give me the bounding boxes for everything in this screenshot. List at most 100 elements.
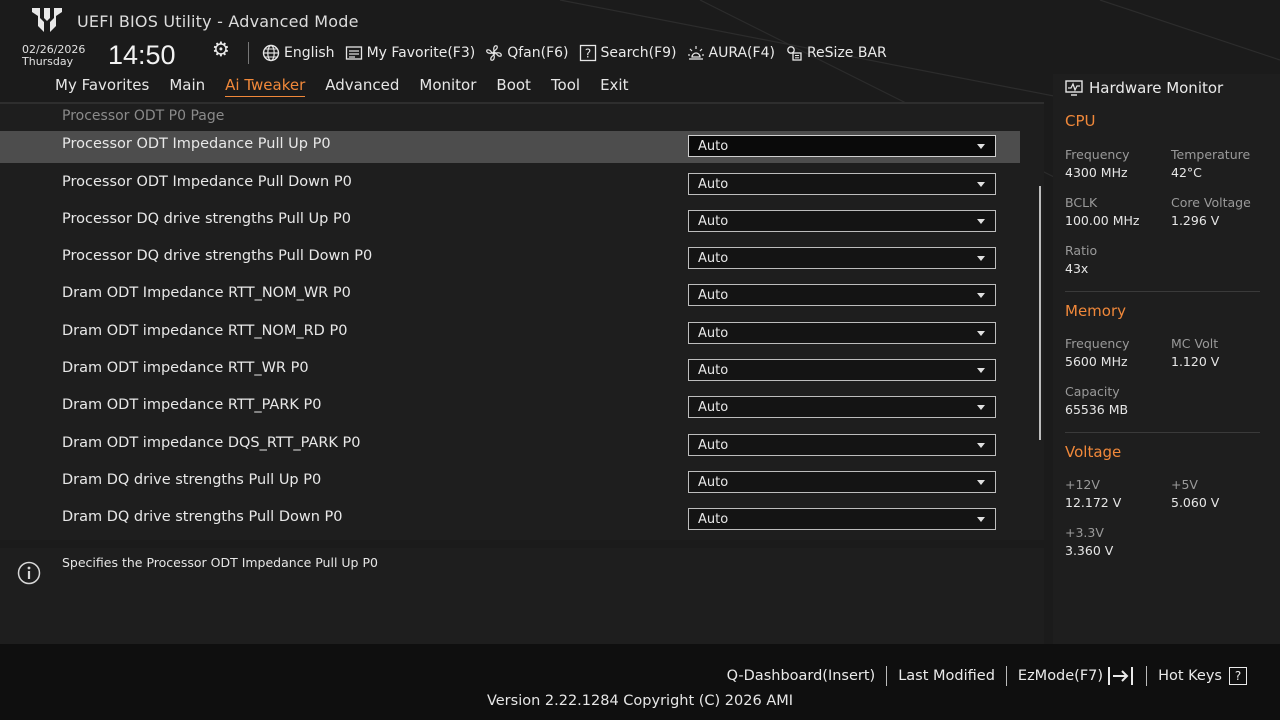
q-dashboard-button[interactable]: Q-Dashboard(Insert) xyxy=(716,668,887,684)
setting-dropdown[interactable]: Auto xyxy=(688,434,996,456)
memory-frequency-label: Frequency xyxy=(1065,336,1130,351)
setting-dropdown[interactable]: Auto xyxy=(688,210,996,232)
settings-scrollbar[interactable] xyxy=(1039,186,1041,440)
cpu-temperature-value: 42°C xyxy=(1171,165,1202,180)
setting-row[interactable]: Dram ODT impedance DQS_RTT_PARK P0 Auto xyxy=(0,430,1020,462)
setting-label: Dram ODT impedance RTT_WR P0 xyxy=(62,360,309,376)
tab-monitor[interactable]: Monitor xyxy=(419,76,476,97)
hardware-monitor-label: Hardware Monitor xyxy=(1089,79,1224,97)
settings-panel: Processor ODT P0 Page Processor ODT Impe… xyxy=(0,104,1044,540)
version-text: Version 2.22.1284 Copyright (C) 2026 AMI xyxy=(486,693,794,709)
day-text: Thursday xyxy=(22,55,74,68)
v5-label: +5V xyxy=(1171,477,1198,492)
tab-ai-tweaker[interactable]: Ai Tweaker xyxy=(225,76,306,97)
setting-label: Processor DQ drive strengths Pull Up P0 xyxy=(62,211,351,227)
setting-row[interactable]: Dram ODT Impedance RTT_NOM_WR P0 Auto xyxy=(0,280,1020,312)
qfan-label: Qfan(F6) xyxy=(507,45,569,61)
bclk-label: BCLK xyxy=(1065,195,1098,210)
chevron-down-icon xyxy=(977,256,985,261)
chevron-down-icon xyxy=(977,480,985,485)
v33-value: 3.360 V xyxy=(1065,543,1114,558)
datetime-date[interactable]: 02/26/2026 Thursday xyxy=(22,44,85,68)
tab-main[interactable]: Main xyxy=(169,76,205,97)
dropdown-value: Auto xyxy=(698,177,729,192)
resize-bar-icon xyxy=(787,46,802,61)
hardware-monitor: Hardware Monitor CPU Frequency Temperatu… xyxy=(1053,74,1280,644)
q-dashboard-label: Q-Dashboard(Insert) xyxy=(726,668,876,684)
v5-value: 5.060 V xyxy=(1171,495,1220,510)
setting-row[interactable]: Processor ODT Impedance Pull Up P0 Auto xyxy=(0,131,1020,163)
voltage-section-title: Voltage xyxy=(1065,443,1122,461)
hot-keys-label: Hot Keys xyxy=(1158,668,1222,684)
chevron-down-icon xyxy=(977,144,985,149)
my-favorite-label: My Favorite(F3) xyxy=(366,45,476,61)
help-panel: Specifies the Processor ODT Impedance Pu… xyxy=(0,548,1044,644)
chevron-down-icon xyxy=(977,219,985,224)
setting-dropdown[interactable]: Auto xyxy=(688,396,996,418)
dropdown-value: Auto xyxy=(698,251,729,266)
tab-exit[interactable]: Exit xyxy=(600,76,628,97)
footer: Q-Dashboard(Insert) Last Modified EzMode… xyxy=(0,644,1280,720)
setting-label: Dram DQ drive strengths Pull Up P0 xyxy=(62,472,322,488)
last-modified-button[interactable]: Last Modified xyxy=(887,668,1006,684)
aura-light-icon xyxy=(687,46,704,60)
help-text: Specifies the Processor ODT Impedance Pu… xyxy=(62,555,378,570)
fan-icon xyxy=(486,45,503,61)
aura-button[interactable]: AURA(F4) xyxy=(687,44,775,62)
cpu-frequency-label: Frequency xyxy=(1065,147,1130,162)
setting-row[interactable]: Processor DQ drive strengths Pull Up P0 … xyxy=(0,206,1020,238)
setting-row[interactable]: Processor DQ drive strengths Pull Down P… xyxy=(0,243,1020,275)
ratio-label: Ratio xyxy=(1065,243,1098,258)
setting-label: Processor ODT Impedance Pull Up P0 xyxy=(62,136,331,152)
tab-boot[interactable]: Boot xyxy=(496,76,531,97)
setting-dropdown[interactable]: Auto xyxy=(688,322,996,344)
resize-bar-button[interactable]: ReSize BAR xyxy=(785,44,887,62)
setting-row[interactable]: Dram ODT impedance RTT_WR P0 Auto xyxy=(0,355,1020,387)
chevron-down-icon xyxy=(977,405,985,410)
aura-label: AURA(F4) xyxy=(708,45,775,61)
my-favorite-button[interactable]: My Favorite(F3) xyxy=(345,44,476,62)
help-question-icon: ? xyxy=(1229,667,1247,685)
setting-dropdown[interactable]: Auto xyxy=(688,471,996,493)
setting-label: Processor ODT Impedance Pull Down P0 xyxy=(62,174,352,190)
clock[interactable]: 14:50 xyxy=(108,40,176,71)
chevron-down-icon xyxy=(977,517,985,522)
setting-label: Processor DQ drive strengths Pull Down P… xyxy=(62,248,373,264)
header-separator xyxy=(248,42,249,64)
v33-label: +3.3V xyxy=(1065,525,1104,540)
setting-row[interactable]: Dram DQ drive strengths Pull Down P0 Aut… xyxy=(0,504,1020,536)
v12-label: +12V xyxy=(1065,477,1100,492)
setting-row[interactable]: Dram DQ drive strengths Pull Up P0 Auto xyxy=(0,467,1020,499)
setting-row[interactable]: Processor ODT Impedance Pull Down P0 Aut… xyxy=(0,169,1020,201)
qfan-button[interactable]: Qfan(F6) xyxy=(485,44,569,62)
search-label: Search(F9) xyxy=(600,45,677,61)
language-button[interactable]: English xyxy=(262,44,335,62)
dropdown-value: Auto xyxy=(698,400,729,415)
setting-row[interactable]: Dram ODT impedance RTT_NOM_RD P0 Auto xyxy=(0,318,1020,350)
hot-keys-button[interactable]: Hot Keys ? xyxy=(1147,667,1258,685)
gear-icon[interactable]: ⚙ xyxy=(212,37,230,61)
language-label: English xyxy=(284,45,335,61)
dropdown-value: Auto xyxy=(698,512,729,527)
resize-bar-label: ReSize BAR xyxy=(806,45,887,61)
setting-row[interactable]: Dram ODT impedance RTT_PARK P0 Auto xyxy=(0,392,1020,424)
setting-dropdown[interactable]: Auto xyxy=(688,247,996,269)
ezmode-button[interactable]: EzMode(F7) xyxy=(1007,666,1146,686)
chevron-down-icon xyxy=(977,443,985,448)
toolbar: English My Favorite(F3) Qfan(F6) ? Searc… xyxy=(262,42,887,64)
tab-my-favorites[interactable]: My Favorites xyxy=(55,76,149,97)
tab-advanced[interactable]: Advanced xyxy=(325,76,399,97)
setting-label: Dram ODT impedance DQS_RTT_PARK P0 xyxy=(62,435,361,451)
setting-dropdown[interactable]: Auto xyxy=(688,173,996,195)
capacity-label: Capacity xyxy=(1065,384,1120,399)
setting-dropdown[interactable]: Auto xyxy=(688,359,996,381)
exit-arrow-icon xyxy=(1108,667,1134,685)
cpu-frequency-value: 4300 MHz xyxy=(1065,165,1128,180)
search-button[interactable]: ? Search(F9) xyxy=(579,44,677,62)
setting-dropdown[interactable]: Auto xyxy=(688,284,996,306)
capacity-value: 65536 MB xyxy=(1065,402,1129,417)
setting-dropdown[interactable]: Auto xyxy=(688,508,996,530)
favorite-list-icon xyxy=(345,46,362,60)
setting-dropdown[interactable]: Auto xyxy=(688,135,996,157)
tab-tool[interactable]: Tool xyxy=(551,76,580,97)
